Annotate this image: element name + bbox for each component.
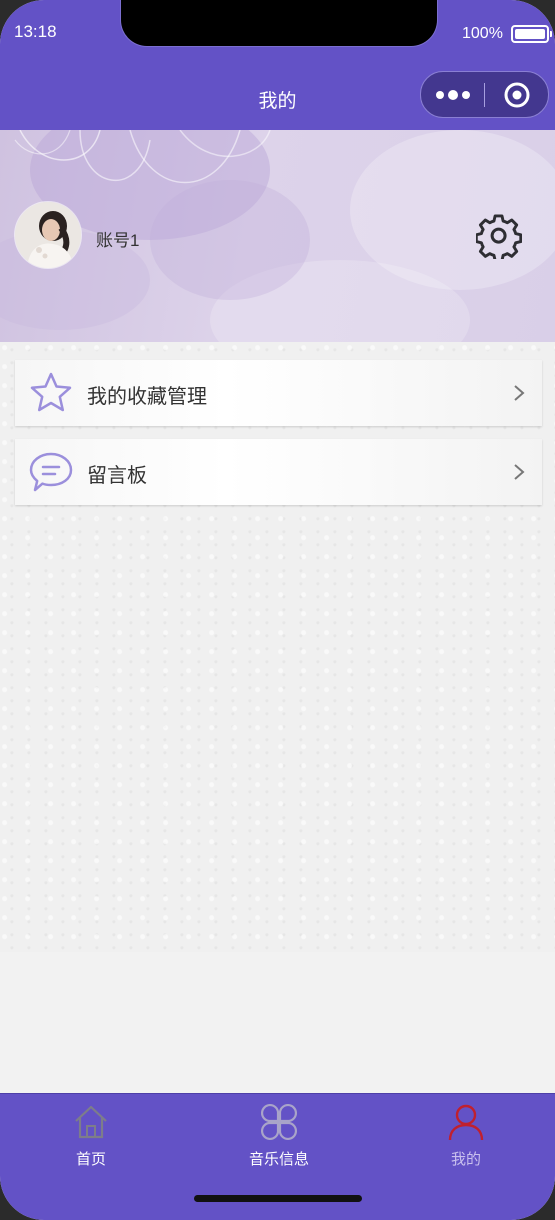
tab-label: 我的 (450, 1151, 481, 1168)
house-icon (75, 1105, 107, 1139)
user-icon (448, 1104, 484, 1141)
menu-item-label: 我的收藏管理 (87, 386, 207, 408)
status-time: 13:18 (14, 22, 57, 41)
chat-bubble-icon (29, 452, 73, 492)
top-bar: 13:18 100% 我的 (0, 0, 555, 130)
mini-program-capsule (420, 71, 549, 118)
menu-item-message-board[interactable]: 留言板 (15, 439, 542, 505)
chevron-right-icon (514, 464, 525, 480)
tab-mine[interactable]: 我的 (396, 1102, 536, 1182)
avatar[interactable] (15, 202, 81, 268)
content-area: 我的收藏管理 留言板 (0, 342, 555, 952)
menu-item-favorites[interactable]: 我的收藏管理 (15, 360, 542, 426)
tab-home[interactable]: 首页 (21, 1102, 161, 1182)
profile-banner: 账号1 (0, 130, 555, 342)
battery-percent: 100% (462, 25, 503, 42)
tab-music-info[interactable]: 音乐信息 (209, 1102, 349, 1182)
settings-gear-icon[interactable] (476, 213, 522, 259)
tab-label: 音乐信息 (248, 1151, 309, 1168)
close-target-icon[interactable] (503, 81, 531, 109)
chevron-right-icon (514, 385, 525, 401)
menu-item-label: 留言板 (87, 465, 147, 487)
empty-area (0, 952, 555, 1093)
more-dots-icon[interactable] (435, 88, 475, 102)
phone-screen: 13:18 100% 我的 账号1 我的收藏管理 留言板 首页 音乐信息 我的 (0, 0, 555, 1220)
star-icon (30, 372, 72, 412)
flower-background-icon (0, 130, 555, 342)
account-name: 账号1 (96, 231, 140, 250)
avatar-portrait-icon (15, 202, 81, 268)
notch (121, 0, 437, 46)
capsule-divider (484, 83, 485, 107)
tab-label: 首页 (75, 1151, 106, 1168)
battery-icon (511, 25, 552, 43)
clover-icon (260, 1103, 298, 1141)
home-indicator[interactable] (194, 1195, 362, 1202)
